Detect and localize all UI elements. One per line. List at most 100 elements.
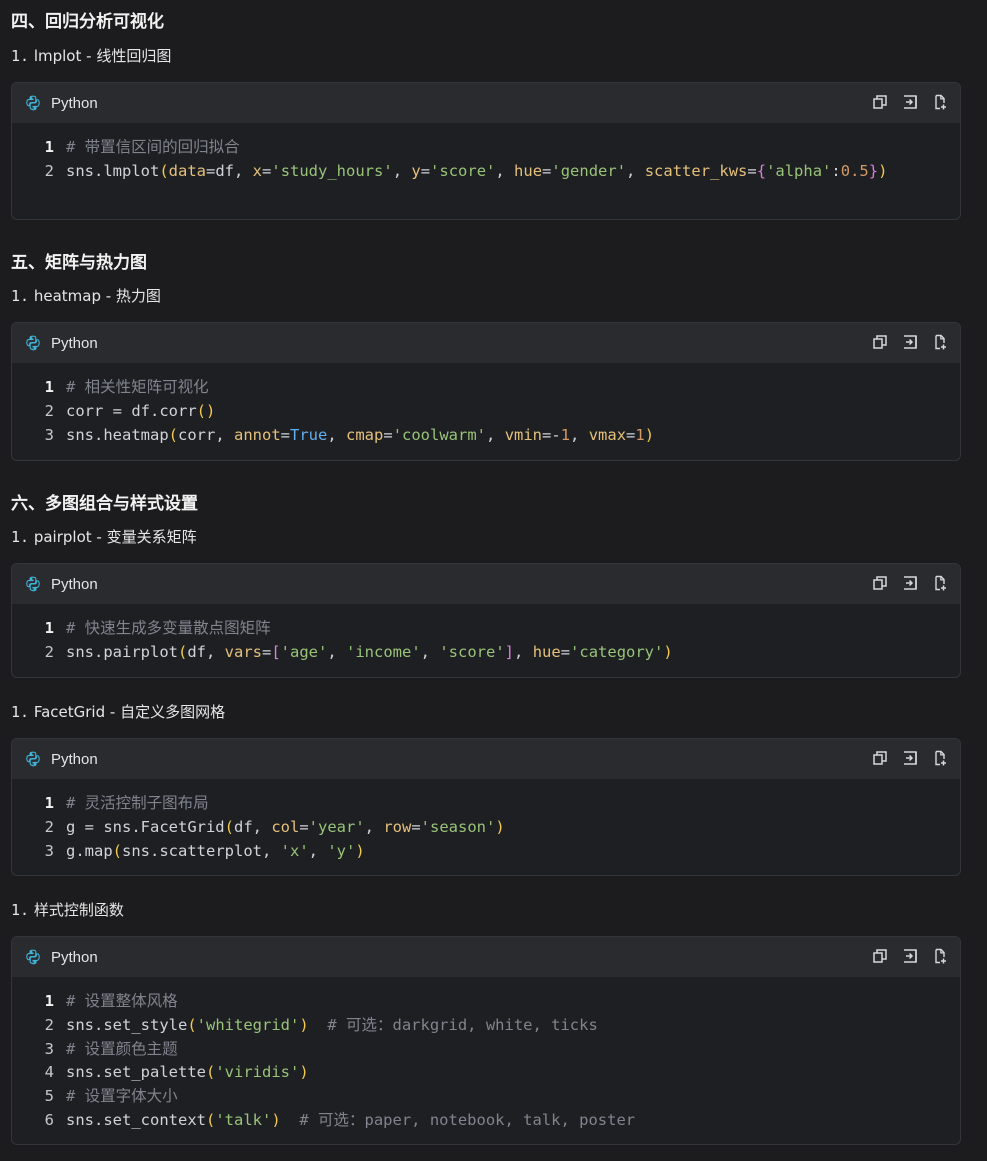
code-line: 2 sns.lmplot(data=df, x='study_hours', y=…: [12, 160, 960, 184]
language-label: Python: [51, 334, 98, 352]
code-block-header: Python: [12, 323, 960, 363]
code-block-header: Python: [12, 83, 960, 123]
code-text: # 设置整体风格: [66, 992, 178, 1010]
insert-icon[interactable]: [902, 750, 918, 766]
code-line: 2 corr = df.corr(): [12, 400, 960, 424]
code-line: 3 sns.heatmap(corr, annot=True, cmap='coo…: [12, 424, 960, 448]
new-file-icon[interactable]: [932, 575, 948, 591]
language-label: Python: [51, 750, 98, 768]
code-body: 1 # 设置整体风格 2 sns.set_style('whitegrid') # 可…: [12, 977, 960, 1143]
subheading-number: 1.: [11, 47, 30, 65]
code-line: 1 # 快速生成多变量散点图矩阵: [12, 617, 960, 641]
new-file-icon[interactable]: [932, 94, 948, 110]
copy-icon[interactable]: [872, 334, 888, 350]
subheading-desc: - 变量关系矩阵: [91, 528, 197, 546]
code-toolbar: [872, 750, 948, 766]
line-number: 1: [44, 378, 54, 396]
code-text: g = sns.FacetGrid(df, col='year', row='s…: [66, 817, 505, 836]
subheading-style-functions: 1. 样式控制函数: [11, 899, 124, 920]
code-body: 1 # 灵活控制子图布局 2 g = sns.FacetGrid(df, col='y…: [12, 779, 960, 873]
new-file-icon[interactable]: [932, 334, 948, 350]
code-text: sns.set_style('whitegrid') # 可选：darkgrid…: [66, 1015, 598, 1034]
line-number: 5: [44, 1087, 54, 1106]
code-line: 2 g = sns.FacetGrid(df, col='year', row='…: [12, 816, 960, 840]
subheading-name: 样式控制函数: [33, 901, 124, 919]
subheading-name: heatmap: [33, 287, 101, 305]
line-number: 3: [44, 841, 54, 860]
code-text: # 快速生成多变量散点图矩阵: [66, 619, 271, 637]
code-block: Python 1 # 灵活控制子图布局 2 g = sns.FacetGrid(df, …: [11, 738, 961, 876]
copy-icon[interactable]: [872, 948, 888, 964]
line-number: 6: [44, 1110, 54, 1129]
python-icon: [25, 576, 41, 592]
code-body: 1 # 带置信区间的回归拟合 2 sns.lmplot(data=df, x='stu…: [12, 123, 960, 194]
subheading-desc: - 线性回归图: [81, 47, 172, 65]
code-block-header: Python: [12, 564, 960, 604]
language-label: Python: [51, 575, 98, 593]
insert-icon[interactable]: [902, 948, 918, 964]
subheading-number: 1.: [11, 287, 30, 305]
code-line: 2 sns.pairplot(df, vars=['age', 'income',…: [12, 641, 960, 665]
line-number: 2: [44, 1015, 54, 1034]
insert-icon[interactable]: [902, 94, 918, 110]
line-number: 2: [44, 161, 54, 180]
code-line: 3 # 设置颜色主题: [12, 1038, 960, 1062]
code-text: sns.set_context('talk') # 可选：paper, note…: [66, 1110, 636, 1129]
code-block: Python 1 # 设置整体风格 2 sns.set_style('whitegrid…: [11, 936, 961, 1145]
code-block-header: Python: [12, 937, 960, 977]
language-label: Python: [51, 948, 98, 966]
new-file-icon[interactable]: [932, 948, 948, 964]
language-label: Python: [51, 94, 98, 112]
subheading-name: FacetGrid: [33, 703, 106, 721]
python-icon: [25, 751, 41, 767]
section-title-heatmap: 五、矩阵与热力图: [11, 253, 147, 273]
line-number: 1: [44, 992, 54, 1010]
line-number: 2: [44, 642, 54, 661]
code-toolbar: [872, 575, 948, 591]
subheading-heatmap: 1. heatmap - 热力图: [11, 285, 161, 306]
line-number: 4: [44, 1063, 54, 1082]
code-body: 1 # 相关性矩阵可视化 2 corr = df.corr() 3 sns.heatmap…: [12, 363, 960, 457]
line-number: 3: [44, 1039, 54, 1058]
code-toolbar: [872, 94, 948, 110]
line-number: 2: [44, 401, 54, 420]
code-text: g.map(sns.scatterplot, 'x', 'y'): [66, 841, 365, 860]
code-toolbar: [872, 334, 948, 350]
code-body: 1 # 快速生成多变量散点图矩阵 2 sns.pairplot(df, vars=['…: [12, 604, 960, 675]
python-icon: [25, 949, 41, 965]
copy-icon[interactable]: [872, 94, 888, 110]
code-line: 1 # 带置信区间的回归拟合: [12, 136, 960, 160]
code-line: 4 sns.set_palette('viridis'): [12, 1061, 960, 1085]
code-text: corr = df.corr(): [66, 401, 216, 420]
insert-icon[interactable]: [902, 575, 918, 591]
insert-icon[interactable]: [902, 334, 918, 350]
code-text: # 设置颜色主题: [66, 1039, 178, 1058]
subheading-number: 1.: [11, 528, 30, 546]
subheading-pairplot: 1. pairplot - 变量关系矩阵: [11, 526, 197, 547]
code-text: sns.lmplot(data=df, x='study_hours', y='…: [66, 161, 888, 180]
code-text: # 相关性矩阵可视化: [66, 378, 209, 396]
code-line: 1 # 设置整体风格: [12, 990, 960, 1014]
copy-icon[interactable]: [872, 575, 888, 591]
code-text: sns.set_palette('viridis'): [66, 1063, 309, 1082]
code-text: # 灵活控制子图布局: [66, 794, 209, 812]
python-icon: [25, 335, 41, 351]
code-text: # 设置字体大小: [66, 1087, 178, 1106]
new-file-icon[interactable]: [932, 750, 948, 766]
code-block-header: Python: [12, 739, 960, 779]
code-block: Python 1 # 带置信区间的回归拟合 2 sns.lmplot(data=df, …: [11, 82, 961, 220]
subheading-number: 1.: [11, 703, 30, 721]
subheading-desc: - 热力图: [100, 287, 161, 305]
code-toolbar: [872, 948, 948, 964]
subheading-facetgrid: 1. FacetGrid - 自定义多图网格: [11, 701, 225, 722]
line-number: 1: [44, 794, 54, 812]
subheading-number: 1.: [11, 901, 30, 919]
code-line: 1 # 相关性矩阵可视化: [12, 376, 960, 400]
subheading-desc: - 自定义多图网格: [105, 703, 226, 721]
code-block: Python 1 # 相关性矩阵可视化 2 corr = df.corr() 3 sns.h…: [11, 322, 961, 461]
python-icon: [25, 95, 41, 111]
copy-icon[interactable]: [872, 750, 888, 766]
line-number: 2: [44, 817, 54, 836]
code-line: 2 sns.set_style('whitegrid') # 可选：darkgri…: [12, 1014, 960, 1038]
code-text: sns.pairplot(df, vars=['age', 'income', …: [66, 642, 673, 661]
